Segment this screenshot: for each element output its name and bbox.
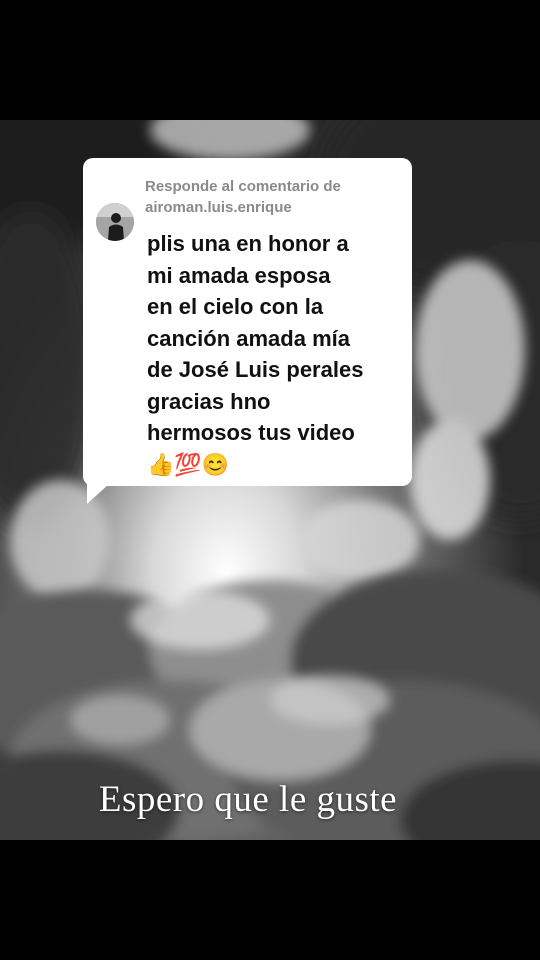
comment-text: plis una en honor a mi amada esposa en e… [147, 228, 405, 480]
reply-header-label: Responde al comentario de [145, 178, 341, 195]
user-avatar-icon[interactable] [96, 203, 134, 241]
speech-bubble-tail [87, 484, 109, 504]
video-caption: Espero que le guste [98, 779, 398, 820]
reply-username[interactable]: airoman.luis.enrique [145, 197, 405, 218]
comment-line: hermosos tus video [147, 420, 355, 445]
comment-line: canción amada mía [147, 325, 350, 351]
video-frame: Responde al comentario de airoman.luis.e… [0, 0, 540, 960]
comment-line: gracias hno [147, 388, 271, 414]
comment-emoji-line: 👍💯😊 [147, 451, 230, 477]
reply-comment-card[interactable]: Responde al comentario de airoman.luis.e… [83, 158, 412, 504]
comment-line: de José Luis perales [147, 357, 364, 382]
comment-line: mi amada esposa [147, 262, 331, 288]
comment-line: en el cielo con la [147, 294, 324, 319]
comment-line: plis una en honor a [147, 231, 349, 256]
reply-header: Responde al comentario de airoman.luis.e… [145, 176, 405, 218]
